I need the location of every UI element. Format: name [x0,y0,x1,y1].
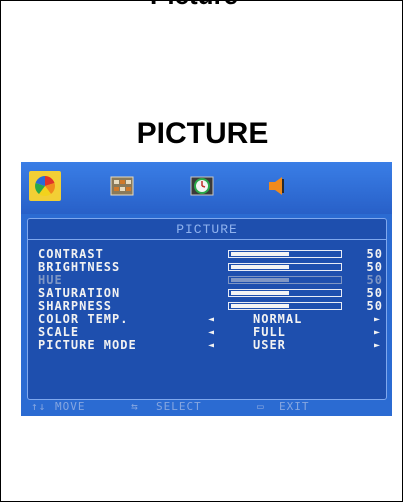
menu-icon-bar [21,162,392,214]
slider-fill [231,265,290,269]
settings-grid-icon [110,176,134,196]
setting-option-value: USER [253,338,286,352]
color-wheel-icon [35,176,55,196]
footer-exit: EXIT [279,400,310,413]
speaker-icon [269,177,284,195]
slider-fill [231,252,290,256]
section-title: PICTURE [136,117,269,150]
sharpness-slider[interactable] [228,302,342,310]
saturation-slider[interactable] [228,289,342,297]
setting-row-color-temp[interactable]: COLOR TEMP. ◄ NORMAL ► [38,313,383,326]
osd-menu: PICTURE CONTRAST 50 BRIGHTNESS 50 HUE 50… [21,162,392,416]
footer-move: MOVE [55,400,86,413]
arrow-right-icon[interactable]: ► [374,339,381,352]
arrow-right-icon[interactable]: ► [374,313,381,326]
tab-picture[interactable] [29,171,61,201]
slider-fill [231,291,290,295]
setting-value: 50 [366,299,383,313]
setting-label: PICTURE MODE [38,338,137,352]
contrast-slider[interactable] [228,250,342,258]
arrow-left-icon[interactable]: ◄ [208,326,215,339]
move-arrows-icon: ↑↓ [31,400,47,413]
slider-fill [231,278,290,282]
clock-icon [190,176,214,196]
tab-settings[interactable] [106,171,138,201]
menu-key-icon: ▭ [257,400,265,413]
setting-row-picture-mode[interactable]: PICTURE MODE ◄ USER ► [38,339,383,352]
select-arrows-icon: ⇆ [131,400,139,413]
picture-settings-panel: PICTURE CONTRAST 50 BRIGHTNESS 50 HUE 50… [27,218,387,400]
menu-footer: ↑↓ MOVE ⇆ SELECT ▭ EXIT [21,398,392,416]
tab-sound[interactable] [262,171,294,201]
cut-off-heading-text: Picture [150,0,238,8]
cut-off-heading: Picture [150,0,260,8]
panel-divider [28,239,386,240]
brightness-slider[interactable] [228,263,342,271]
arrow-left-icon[interactable]: ◄ [208,339,215,352]
setting-row-brightness[interactable]: BRIGHTNESS 50 [38,261,383,274]
panel-title: PICTURE [176,222,238,237]
footer-select: SELECT [156,400,202,413]
tab-time[interactable] [186,171,218,201]
arrow-right-icon[interactable]: ► [374,326,381,339]
hue-slider [228,276,342,284]
arrow-left-icon[interactable]: ◄ [208,313,215,326]
slider-fill [231,304,290,308]
